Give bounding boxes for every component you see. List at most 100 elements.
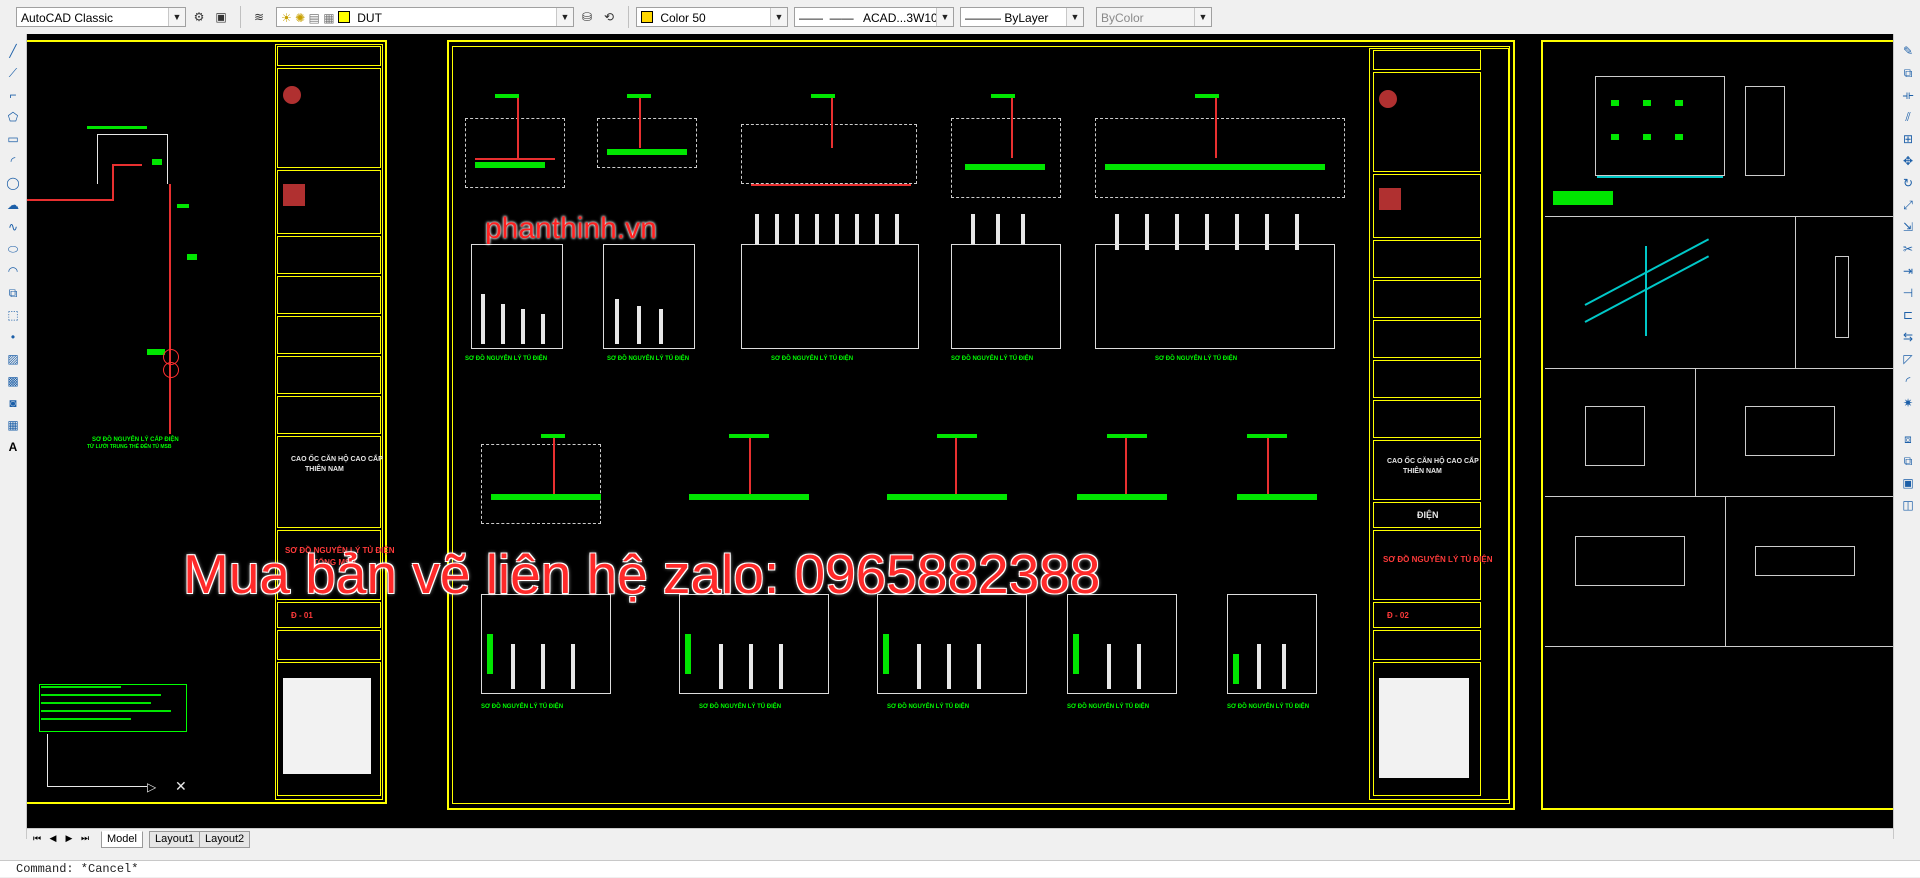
color-dropdown[interactable]: Color 50 ▼ xyxy=(636,7,788,27)
tab-layout1[interactable]: Layout1 xyxy=(149,831,201,848)
spline-icon[interactable]: ∿ xyxy=(3,218,23,236)
send-to-back-icon[interactable]: ▣ xyxy=(1898,474,1918,492)
project-name-line2: THIÊN NAM xyxy=(1403,468,1442,475)
multiline-text-icon[interactable]: A xyxy=(3,438,23,456)
ucs-icon: ▷ ✕ xyxy=(47,734,187,794)
layer-properties-icon[interactable]: ≋ xyxy=(250,8,268,26)
note-line xyxy=(41,710,171,712)
drawing-name-line1: SƠ ĐỒ NGUYÊN LÝ TỦ ĐIỆN xyxy=(1383,555,1493,564)
notes-box xyxy=(39,684,187,732)
tab-model[interactable]: Model xyxy=(101,831,143,848)
insert-block-icon[interactable]: ⧉ xyxy=(3,284,23,302)
break-icon[interactable]: ⊏ xyxy=(1898,306,1918,324)
plotstyle-dropdown: ByColor ▼ xyxy=(1096,7,1212,27)
copy-icon[interactable]: ⧉ xyxy=(1898,64,1918,82)
offset-icon[interactable]: ⫽ xyxy=(1898,108,1918,126)
break-at-point-icon[interactable]: ⊣ xyxy=(1898,284,1918,302)
polygon-icon[interactable]: ⬠ xyxy=(3,108,23,126)
customize-icon[interactable]: ▣ xyxy=(212,8,230,26)
layer-previous-icon[interactable]: ⟲ xyxy=(600,8,618,26)
hatch-icon[interactable]: ▨ xyxy=(3,350,23,368)
next-tab-icon[interactable]: ▶ xyxy=(63,832,75,844)
rotate-icon[interactable]: ↻ xyxy=(1898,174,1918,192)
color-swatch xyxy=(641,11,653,23)
linetype-dropdown[interactable]: —— —— ACAD...3W100 ▼ xyxy=(794,7,954,27)
circle-icon[interactable]: ◯ xyxy=(3,174,23,192)
make-block-icon[interactable]: ⬚ xyxy=(3,306,23,324)
last-tab-icon[interactable]: ⏭ xyxy=(79,832,91,844)
drawing-canvas[interactable]: SƠ ĐỒ NGUYÊN LÝ CẤP ĐIỆN TỪ LƯỚI TRUNG T… xyxy=(27,34,1893,828)
mirror-icon[interactable]: ⟛ xyxy=(1898,86,1918,104)
ellipse-icon[interactable]: ⬭ xyxy=(3,240,23,258)
purchase-watermark: Mua bản vẽ liên hệ zalo: 0965882388 xyxy=(183,543,1101,605)
layer-dropdown[interactable]: ☀ ✺ ▤ ▦ DUT ▼ xyxy=(276,7,574,27)
erase-icon[interactable]: ✎ xyxy=(1898,42,1918,60)
array-icon[interactable]: ⊞ xyxy=(1898,130,1918,148)
layer-color-swatch xyxy=(337,11,350,23)
project-name-line1: CAO ỐC CĂN HỘ CAO CẤP xyxy=(291,456,383,463)
lightbulb-icon: ☀ xyxy=(281,11,292,25)
note-line xyxy=(41,702,151,704)
move-icon[interactable]: ✥ xyxy=(1898,152,1918,170)
linetype-value: ACAD...3W100 xyxy=(863,11,945,25)
workspace-value: AutoCAD Classic xyxy=(21,11,114,25)
ellipse-arc-icon[interactable]: ◠ xyxy=(3,262,23,280)
layout-tabs: ⏮ ◀ ▶ ⏭ Model Layout1 Layout2 xyxy=(27,828,1893,849)
properties-toolbar: AutoCAD Classic ▼ ⚙ ▣ ≋ ☀ ✺ ▤ ▦ DUT ▼ ⛁ … xyxy=(0,0,1920,35)
workspace-settings-icon[interactable]: ⚙ xyxy=(190,8,208,26)
lineweight-dropdown[interactable]: ——— ByLayer ▼ xyxy=(960,7,1084,27)
lock-icon: ▤ xyxy=(308,11,320,25)
panel-diagram: SƠ ĐỒ NGUYÊN LÝ TỦ ĐIỆN xyxy=(1227,434,1347,754)
supply-diagram: SƠ ĐỒ NGUYÊN LÝ CẤP ĐIỆN TỪ LƯỚI TRUNG T… xyxy=(27,124,227,450)
project-name-line1: CAO ỐC CĂN HỘ CAO CẤP xyxy=(1387,458,1479,465)
discipline-label: ĐIỆN xyxy=(1417,510,1439,520)
plotstyle-value: ByColor xyxy=(1101,11,1144,25)
supply-diagram-caption-1: SƠ ĐỒ NGUYÊN LÝ CẤP ĐIỆN xyxy=(92,437,179,443)
viewport-freeze-icon: ▦ xyxy=(323,11,335,25)
workspace-dropdown[interactable]: AutoCAD Classic ▼ xyxy=(16,7,186,27)
bring-to-front-icon[interactable]: ⧉ xyxy=(1898,452,1918,470)
line-icon[interactable]: ╱ xyxy=(3,42,23,60)
revision-cloud-icon[interactable]: ☁ xyxy=(3,196,23,214)
command-line[interactable]: Command: *Cancel* xyxy=(0,860,1920,877)
point-icon[interactable]: • xyxy=(3,328,23,346)
prev-tab-icon[interactable]: ◀ xyxy=(47,832,59,844)
chevron-down-icon: ▼ xyxy=(556,8,573,26)
explode-icon[interactable]: ✷ xyxy=(1898,394,1918,412)
panel-diagram: SƠ ĐỒ NGUYÊN LÝ TỦ ĐIỆN xyxy=(597,94,717,414)
rectangle-icon[interactable]: ▭ xyxy=(3,130,23,148)
sheet-number: Đ - 01 xyxy=(291,611,313,620)
modify-toolbar: ✎ ⧉ ⟛ ⫽ ⊞ ✥ ↻ ⤢ ⇲ ✂ ⇥ ⊣ ⊏ ⇆ ◸ ◜ ✷ ⧈ ⧉ ▣ … xyxy=(1893,34,1920,839)
panel-diagram: SƠ ĐỒ NGUYÊN LÝ TỦ ĐIỆN xyxy=(951,94,1081,414)
lineweight-sample: ——— xyxy=(965,11,1005,25)
polyline-icon[interactable]: ⌐ xyxy=(3,86,23,104)
join-icon[interactable]: ⇆ xyxy=(1898,328,1918,346)
chamfer-icon[interactable]: ◸ xyxy=(1898,350,1918,368)
chevron-down-icon: ▼ xyxy=(770,8,787,26)
first-tab-icon[interactable]: ⏮ xyxy=(31,832,43,844)
construction-line-icon[interactable]: ⟋ xyxy=(3,64,23,82)
panel-diagram: SƠ ĐỒ NGUYÊN LÝ TỦ ĐIỆN xyxy=(465,94,585,414)
color-value: Color 50 xyxy=(660,11,706,25)
arc-icon[interactable]: ◜ xyxy=(3,152,23,170)
extend-icon[interactable]: ⇥ xyxy=(1898,262,1918,280)
region-icon[interactable]: ◙ xyxy=(3,394,23,412)
sheet-number: Đ - 02 xyxy=(1387,611,1409,620)
gradient-icon[interactable]: ▩ xyxy=(3,372,23,390)
scale-icon[interactable]: ⤢ xyxy=(1898,196,1918,214)
chevron-down-icon: ▼ xyxy=(936,8,953,26)
note-line xyxy=(41,718,131,720)
stretch-icon[interactable]: ⇲ xyxy=(1898,218,1918,236)
bring-above-icon[interactable]: ◫ xyxy=(1898,496,1918,514)
tab-layout2[interactable]: Layout2 xyxy=(199,831,251,848)
make-current-layer-icon[interactable]: ⛁ xyxy=(578,8,596,26)
panel-diagram: SƠ ĐỒ NGUYÊN LÝ TỦ ĐIỆN xyxy=(1095,94,1345,414)
trim-icon[interactable]: ✂ xyxy=(1898,240,1918,258)
command-history: Command: *Cancel* xyxy=(16,862,139,876)
draw-order-icon[interactable]: ⧈ xyxy=(1898,430,1918,448)
table-icon[interactable]: ▦ xyxy=(3,416,23,434)
project-name-line2: THIÊN NAM xyxy=(305,466,344,473)
draw-toolbar: ╱ ⟋ ⌐ ⬠ ▭ ◜ ◯ ☁ ∿ ⬭ ◠ ⧉ ⬚ • ▨ ▩ ◙ ▦ A xyxy=(0,34,27,839)
fillet-icon[interactable]: ◜ xyxy=(1898,372,1918,390)
toolbar-separator xyxy=(240,6,241,28)
